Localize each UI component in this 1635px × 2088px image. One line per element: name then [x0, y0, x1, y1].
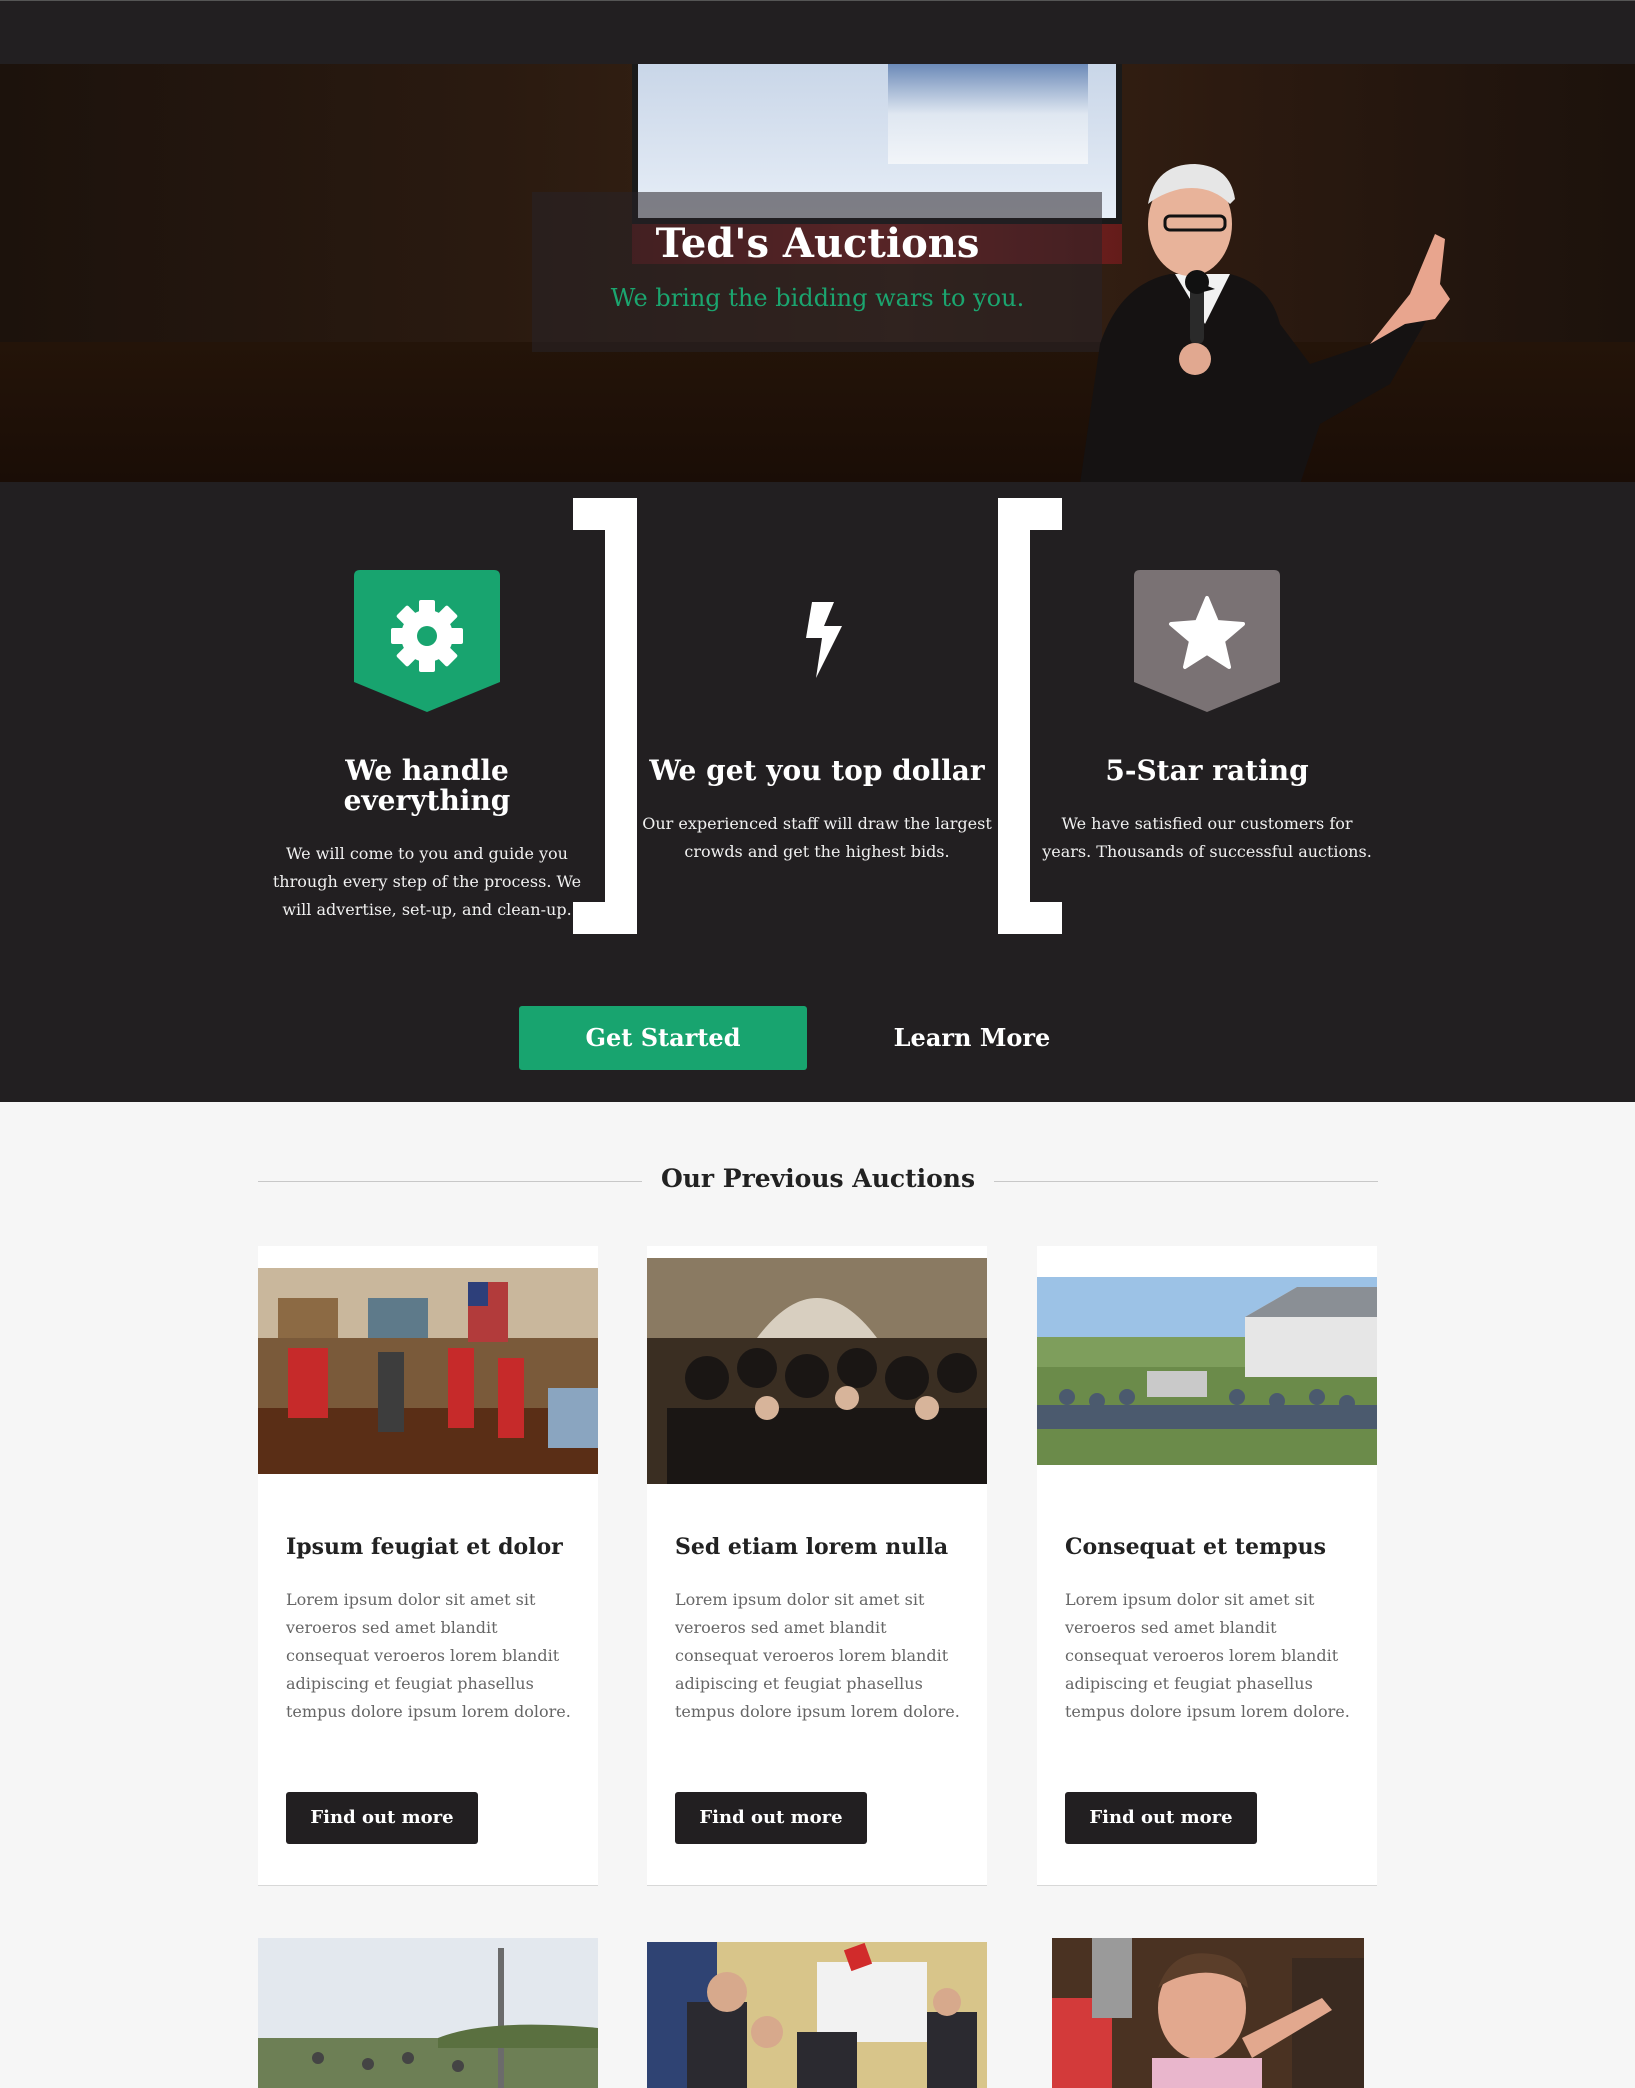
card-title: Sed etiam lorem nulla [675, 1534, 949, 1560]
find-out-more-button[interactable]: Find out more [675, 1792, 867, 1844]
divider-bracket-left-bar [605, 498, 637, 934]
previous-auctions-header: Our Previous Auctions [258, 1164, 1378, 1200]
card-title: Ipsum feugiat et dolor [286, 1534, 563, 1560]
hero-title-overlay [532, 192, 1102, 352]
auction-photo [647, 1942, 987, 2088]
hero-tagline: We bring the bidding wars to you. [610, 284, 1025, 312]
get-started-button[interactable]: Get Started [519, 1006, 807, 1070]
card-title: Consequat et tempus [1065, 1534, 1327, 1560]
auction-card: Sed etiam lorem nulla Lorem ipsum dolor … [647, 1246, 987, 1886]
auction-photo [1052, 1938, 1364, 2088]
feature-handle-everything: We handle everything We will come to you… [268, 570, 586, 924]
features-section: We handle everything We will come to you… [0, 482, 1635, 1102]
divider-bracket-right-foot [1030, 902, 1062, 934]
feature-title: 5-Star rating [1105, 754, 1309, 787]
feature-text: We have satisfied our customers for year… [1042, 814, 1372, 861]
auction-card-partial [647, 1942, 987, 2088]
find-out-more-button[interactable]: Find out more [1065, 1792, 1257, 1844]
learn-more-button[interactable]: Learn More [830, 1006, 1114, 1070]
top-nav-bar [0, 0, 1635, 64]
auction-card: Ipsum feugiat et dolor Lorem ipsum dolor… [258, 1246, 598, 1886]
divider-bracket-right-gap [1030, 530, 1032, 902]
gear-icon [354, 570, 500, 712]
auction-photo [647, 1258, 987, 1484]
divider-bracket-left-gap [603, 530, 605, 902]
feature-top-dollar: We get you top dollar Our experienced st… [642, 570, 992, 866]
star-icon [1134, 570, 1280, 712]
auction-photo [258, 1268, 598, 1474]
feature-title: We handle everything [343, 754, 511, 817]
auction-card-partial [258, 1938, 598, 2088]
bolt-icon [806, 602, 842, 678]
feature-text: Our experienced staff will draw the larg… [642, 814, 992, 861]
divider-bracket-left [573, 498, 605, 530]
hero-banner: Ted's Auctions We bring the bidding wars… [0, 64, 1635, 482]
feature-title: We get you top dollar [649, 754, 985, 787]
feature-five-star: 5-Star rating We have satisfied our cust… [1036, 570, 1378, 866]
auction-card: Consequat et tempus Lorem ipsum dolor si… [1037, 1246, 1377, 1886]
auction-photo [258, 1938, 598, 2088]
auction-photo [1037, 1277, 1377, 1465]
card-text: Lorem ipsum dolor sit amet sit veroeros … [675, 1590, 960, 1721]
auction-card-partial [1052, 1938, 1364, 2088]
feature-text: We will come to you and guide you throug… [272, 844, 582, 919]
card-text: Lorem ipsum dolor sit amet sit veroeros … [1065, 1590, 1350, 1721]
page-title: Ted's Auctions [655, 220, 980, 267]
divider-bracket-right-bar [998, 498, 1030, 934]
section-title: Our Previous Auctions [660, 1164, 976, 1193]
find-out-more-button[interactable]: Find out more [286, 1792, 478, 1844]
divider-bracket-right-top [1030, 498, 1062, 530]
card-text: Lorem ipsum dolor sit amet sit veroeros … [286, 1590, 571, 1721]
